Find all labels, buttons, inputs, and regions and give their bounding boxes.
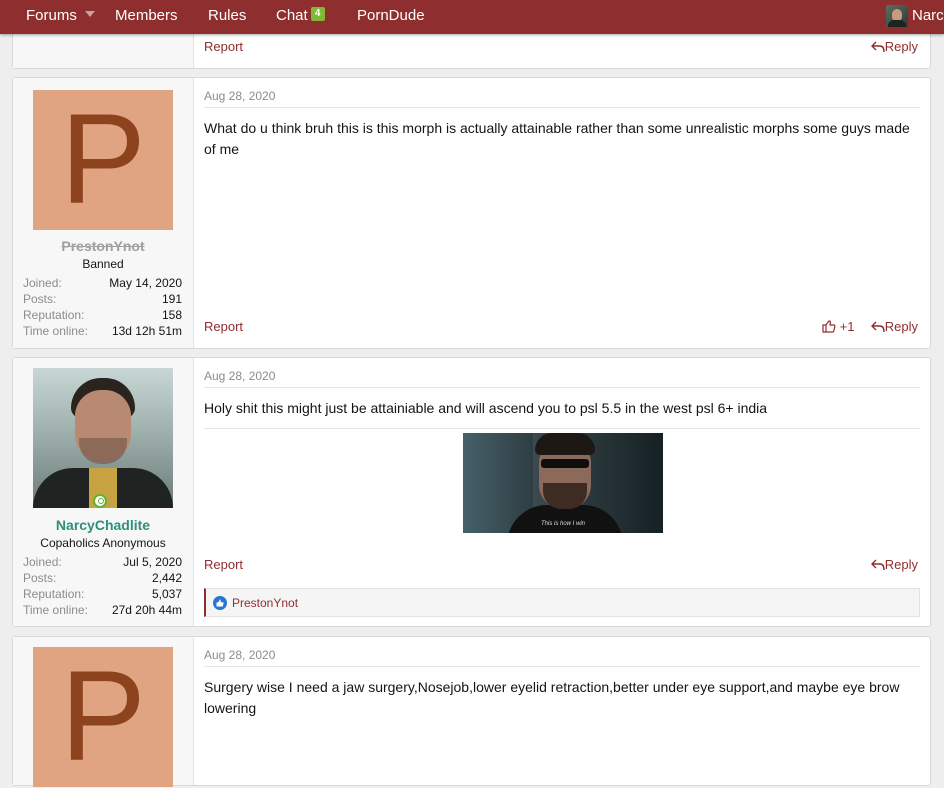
chevron-down-icon[interactable]	[84, 11, 95, 18]
like-count: +1	[839, 319, 855, 334]
top-nav-bar: Forums Members Rules Chat 4 PornDude Narc	[0, 0, 944, 34]
thumbs-up-icon	[822, 320, 836, 333]
divider	[204, 428, 920, 429]
reply-icon	[870, 321, 885, 332]
post-narcychadlite: NarcyChadlite Copaholics Anonymous Joine…	[12, 357, 931, 627]
user-cell: P	[13, 637, 194, 787]
reply-icon	[870, 41, 885, 52]
username-link[interactable]: PrestonYnot	[13, 238, 193, 254]
reply-button[interactable]: Reply	[870, 557, 918, 572]
nav-chat[interactable]: Chat 4	[276, 0, 325, 34]
reply-icon	[870, 559, 885, 570]
like-button[interactable]: +1	[822, 319, 854, 334]
gif-caption: This is how I win	[540, 521, 585, 527]
divider	[204, 387, 920, 388]
nav-forums[interactable]: Forums	[26, 0, 95, 34]
stat-posts: Posts: 2,442	[23, 571, 182, 585]
online-status-icon	[93, 494, 107, 508]
stat-joined: Joined: May 14, 2020	[23, 276, 182, 290]
avatar[interactable]: P	[33, 90, 173, 230]
post-main: Aug 28, 2020 What do u think bruh this i…	[194, 78, 930, 348]
nav-rules[interactable]: Rules	[208, 0, 246, 34]
username-link[interactable]: NarcyChadlite	[13, 517, 193, 533]
stat-time-online: Time online: 27d 20h 44m	[23, 603, 182, 617]
user-title: Banned	[82, 257, 124, 271]
post-date[interactable]: Aug 28, 2020	[204, 89, 275, 103]
post-main: Aug 28, 2020 Holy shit this might just b…	[194, 358, 930, 626]
report-link[interactable]: Report	[204, 319, 243, 334]
stat-reputation: Reputation: 5,037	[23, 587, 182, 601]
avatar[interactable]	[33, 368, 173, 508]
nav-forums-label: Forums	[26, 7, 77, 24]
like-reaction-icon	[213, 596, 227, 610]
post-prestonynot: P PrestonYnot Banned Joined: May 14, 2020…	[12, 77, 931, 349]
reaction-user-link[interactable]: PrestonYnot	[232, 596, 298, 610]
nav-username[interactable]: Narc	[912, 0, 944, 34]
post-date[interactable]: Aug 28, 2020	[204, 369, 275, 383]
user-cell: P PrestonYnot Banned Joined: May 14, 2020…	[13, 78, 194, 348]
nav-chat-label: Chat	[276, 7, 308, 24]
reply-label: Reply	[884, 319, 918, 334]
nav-user-avatar[interactable]	[886, 5, 908, 27]
nav-members[interactable]: Members	[115, 0, 178, 34]
post-main: Aug 28, 2020 Surgery wise I need a jaw s…	[194, 637, 930, 785]
user-cell: NarcyChadlite Copaholics Anonymous Joine…	[13, 358, 194, 626]
report-link[interactable]: Report	[204, 39, 243, 54]
divider	[204, 666, 920, 667]
stat-posts: Posts: 191	[23, 292, 182, 306]
stat-reputation: Reputation: 158	[23, 308, 182, 322]
embedded-gif[interactable]: This is how I win	[463, 433, 663, 533]
reactions-bar[interactable]: PrestonYnot	[204, 588, 920, 617]
post-message: What do u think bruh this is this morph …	[204, 120, 910, 157]
post-date[interactable]: Aug 28, 2020	[204, 648, 275, 662]
user-title: Copaholics Anonymous	[40, 536, 166, 550]
chat-count-badge: 4	[310, 7, 325, 22]
stat-joined: Joined: Jul 5, 2020	[23, 555, 182, 569]
nav-porndude[interactable]: PornDude	[357, 0, 425, 34]
divider	[204, 107, 920, 108]
reply-button[interactable]: Reply	[870, 319, 918, 334]
stat-time-online: Time online: 13d 12h 51m	[23, 324, 182, 338]
avatar[interactable]: P	[33, 647, 173, 787]
reply-button[interactable]: Reply	[870, 39, 918, 54]
reply-label: Reply	[884, 39, 918, 54]
post-message: Surgery wise I need a jaw surgery,Nosejo…	[204, 679, 900, 716]
post-message: Holy shit this might just be attainiable…	[204, 400, 768, 416]
report-link[interactable]: Report	[204, 557, 243, 572]
reply-label: Reply	[884, 557, 918, 572]
